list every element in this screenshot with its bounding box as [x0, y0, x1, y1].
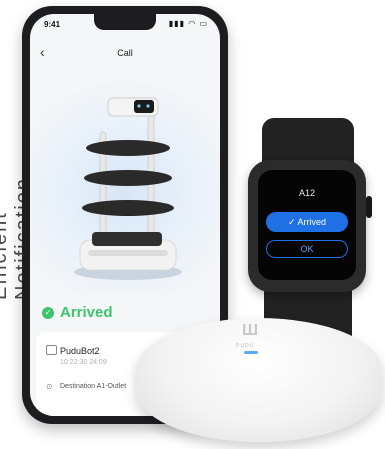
arrived-label: Arrived [60, 304, 113, 321]
destination: Destination A1-Outlet [60, 383, 127, 390]
battery-icon: ▭ [199, 19, 208, 28]
watch-ok-button[interactable]: OK [266, 240, 348, 258]
delivery-robot-illustration [74, 97, 182, 280]
side-caption: Efficient Notification [0, 177, 34, 300]
robot-name: PuduBot2 [60, 346, 100, 356]
arrived-status: ✓ Arrived [42, 304, 113, 321]
timestamp: 10:22:30 24:09 [60, 359, 107, 366]
status-time: 9:41 [44, 20, 61, 29]
status-icons: ▮▮▮ ◠ ▭ [169, 19, 208, 28]
pager-logo-sub: PUDU [236, 343, 255, 349]
location-pin-icon: ⊙ [46, 382, 53, 391]
watch-arrived-button[interactable]: ✓ Arrived [266, 212, 348, 232]
robot-icon [46, 345, 57, 355]
robot-hero-image [30, 72, 220, 292]
nav-title: Call [117, 48, 133, 58]
wifi-icon: ◠ [188, 19, 197, 28]
pager-led-indicator [244, 351, 258, 354]
signal-icon: ▮▮▮ [168, 19, 185, 28]
smartwatch: A12 ✓ Arrived OK [248, 160, 366, 292]
watch-crown[interactable] [366, 196, 372, 218]
phone-notch [94, 14, 156, 30]
pager-logo: Ш [241, 322, 259, 339]
watch-title: A12 [298, 188, 315, 198]
check-icon: ✓ [42, 306, 54, 319]
watch-screen: A12 ✓ Arrived OK [258, 170, 356, 280]
